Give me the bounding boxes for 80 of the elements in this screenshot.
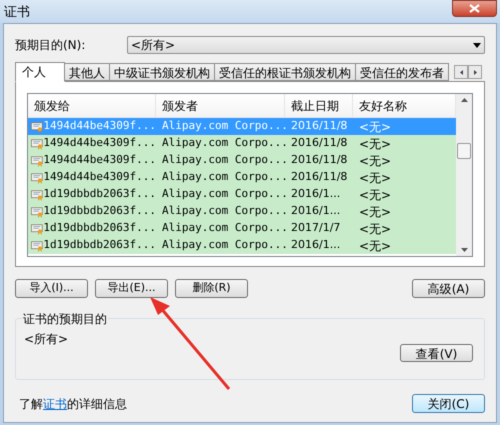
scroll-up-icon [460, 98, 468, 102]
table-cell-text: <无> [358, 238, 392, 254]
column-header[interactable]: 颁发给 [28, 94, 156, 118]
table-cell-text: 1d19dbbdb2063f... [43, 237, 156, 254]
table-cell-text: Alipay.com Corpo... [161, 169, 285, 186]
table-cell-text: Alipay.com Corpo... [161, 118, 285, 134]
table-cell-text: <无> [358, 204, 392, 220]
table-cell-text: 1494d44be4309f... [43, 152, 156, 168]
column-header[interactable]: 颁发者 [156, 94, 285, 118]
close-button[interactable] [452, 0, 497, 17]
table-cell-text: Alipay.com Corpo... [161, 135, 285, 152]
table-cell-text: 2016/1... [290, 186, 342, 202]
column-header[interactable]: 截止日期 [285, 94, 353, 118]
left-arrow-icon [460, 70, 462, 74]
table-cell-text: 1494d44be4309f... [43, 118, 156, 134]
table-cell-text: 1494d44be4309f... [43, 169, 156, 186]
table-row[interactable]: 1d19dbbdb2063f... Alipay.com Corpo... 2016/1... <无> [28, 186, 456, 203]
table-row[interactable]: 1494d44be4309f... Alipay.com Corpo... 2016/11/8 <无> [28, 169, 456, 186]
tab-scroll-right-button[interactable] [468, 65, 482, 79]
table-cell-text: Alipay.com Corpo... [161, 237, 285, 254]
certificate-icon [31, 136, 44, 150]
table-cell-text: 1d19dbbdb2063f... [43, 220, 156, 236]
window-title: 证书 [3, 4, 30, 22]
right-arrow-icon [474, 70, 476, 74]
table-row[interactable]: 1d19dbbdb2063f... Alipay.com Corpo... 2016/1... <无> [28, 237, 456, 254]
table-cell-text: <无> [358, 152, 392, 170]
dropdown-arrow-icon [473, 42, 481, 48]
close-icon [469, 4, 480, 13]
certificate-icon [31, 238, 44, 252]
table-row[interactable]: 1d19dbbdb2063f... Alipay.com Corpo... 2017/1/7 <无> [28, 220, 456, 237]
purpose-dropdown[interactable]: <所有> [127, 36, 485, 54]
view-button[interactable]: 查看(V) [400, 344, 473, 362]
certificate-link[interactable]: 证书 [43, 396, 67, 410]
table-cell-text: Alipay.com Corpo... [161, 152, 285, 168]
table-row[interactable]: 1494d44be4309f... Alipay.com Corpo... 2016/11/8 <无> [28, 152, 456, 169]
scroll-down-icon [460, 248, 468, 252]
certificate-icon [31, 154, 44, 168]
certificate-icon [31, 120, 44, 134]
certificate-icon [31, 222, 44, 236]
table-row[interactable]: 1494d44be4309f... Alipay.com Corpo... 2016/11/8 <无> [28, 135, 456, 152]
advanced-button[interactable]: 高级(A) [412, 279, 485, 298]
table-cell-text: 2016/11/8 [290, 135, 348, 152]
delete-button[interactable]: 删除(R) [175, 279, 248, 298]
table-cell-text: 1d19dbbdb2063f... [43, 203, 156, 220]
table-cell-text: <无> [358, 220, 392, 238]
tab[interactable]: 受信任的发布者 [355, 63, 449, 81]
table-cell-text: <无> [358, 186, 392, 204]
purpose-label: 预期目的(N): [15, 37, 86, 54]
tab[interactable]: 受信任的根证书颁发机构 [214, 63, 356, 81]
table-cell-text: Alipay.com Corpo... [161, 186, 285, 202]
column-header[interactable]: 友好名称 [353, 94, 456, 118]
tab[interactable]: 中级证书颁发机构 [109, 63, 215, 81]
table-cell-text: 2016/1... [290, 237, 342, 254]
table-cell-text: <无> [358, 118, 392, 136]
table-cell-text: 2016/11/8 [290, 118, 348, 134]
group-title: 证书的预期目的 [22, 310, 108, 328]
table-cell-text: 2016/11/8 [290, 169, 348, 186]
table-cell-text: <无> [358, 136, 392, 152]
certificate-icon [31, 170, 44, 184]
scrollbar[interactable] [456, 94, 472, 256]
table-cell-text: 2016/11/8 [290, 152, 348, 168]
certificate-icon [31, 188, 44, 202]
table-row[interactable]: 1d19dbbdb2063f... Alipay.com Corpo... 2016/1... <无> [28, 203, 456, 220]
table-cell-text: <无> [358, 170, 392, 186]
help-text: 了解证书的详细信息 [18, 396, 127, 412]
export-button[interactable]: 导出(E)... [95, 279, 168, 298]
table-cell-text: 2016/1... [290, 203, 342, 220]
certificate-icon [31, 204, 44, 218]
table-cell-text: Alipay.com Corpo... [161, 220, 285, 236]
table-cell-text: 2017/1/7 [290, 220, 342, 236]
table-cell-text: 1494d44be4309f... [43, 135, 156, 152]
tab[interactable]: 其他人 [64, 63, 110, 81]
table-cell-text: 1d19dbbdb2063f... [43, 186, 156, 202]
table-cell-text: Alipay.com Corpo... [161, 203, 285, 220]
tab-scroll-left-button[interactable] [454, 65, 468, 79]
tab[interactable]: 个人 [15, 62, 65, 82]
purpose-value: <所有> [24, 331, 70, 348]
close-dialog-button[interactable]: 关闭(C) [412, 394, 485, 413]
scroll-thumb[interactable] [457, 143, 471, 159]
import-button[interactable]: 导入(I)... [15, 279, 88, 298]
